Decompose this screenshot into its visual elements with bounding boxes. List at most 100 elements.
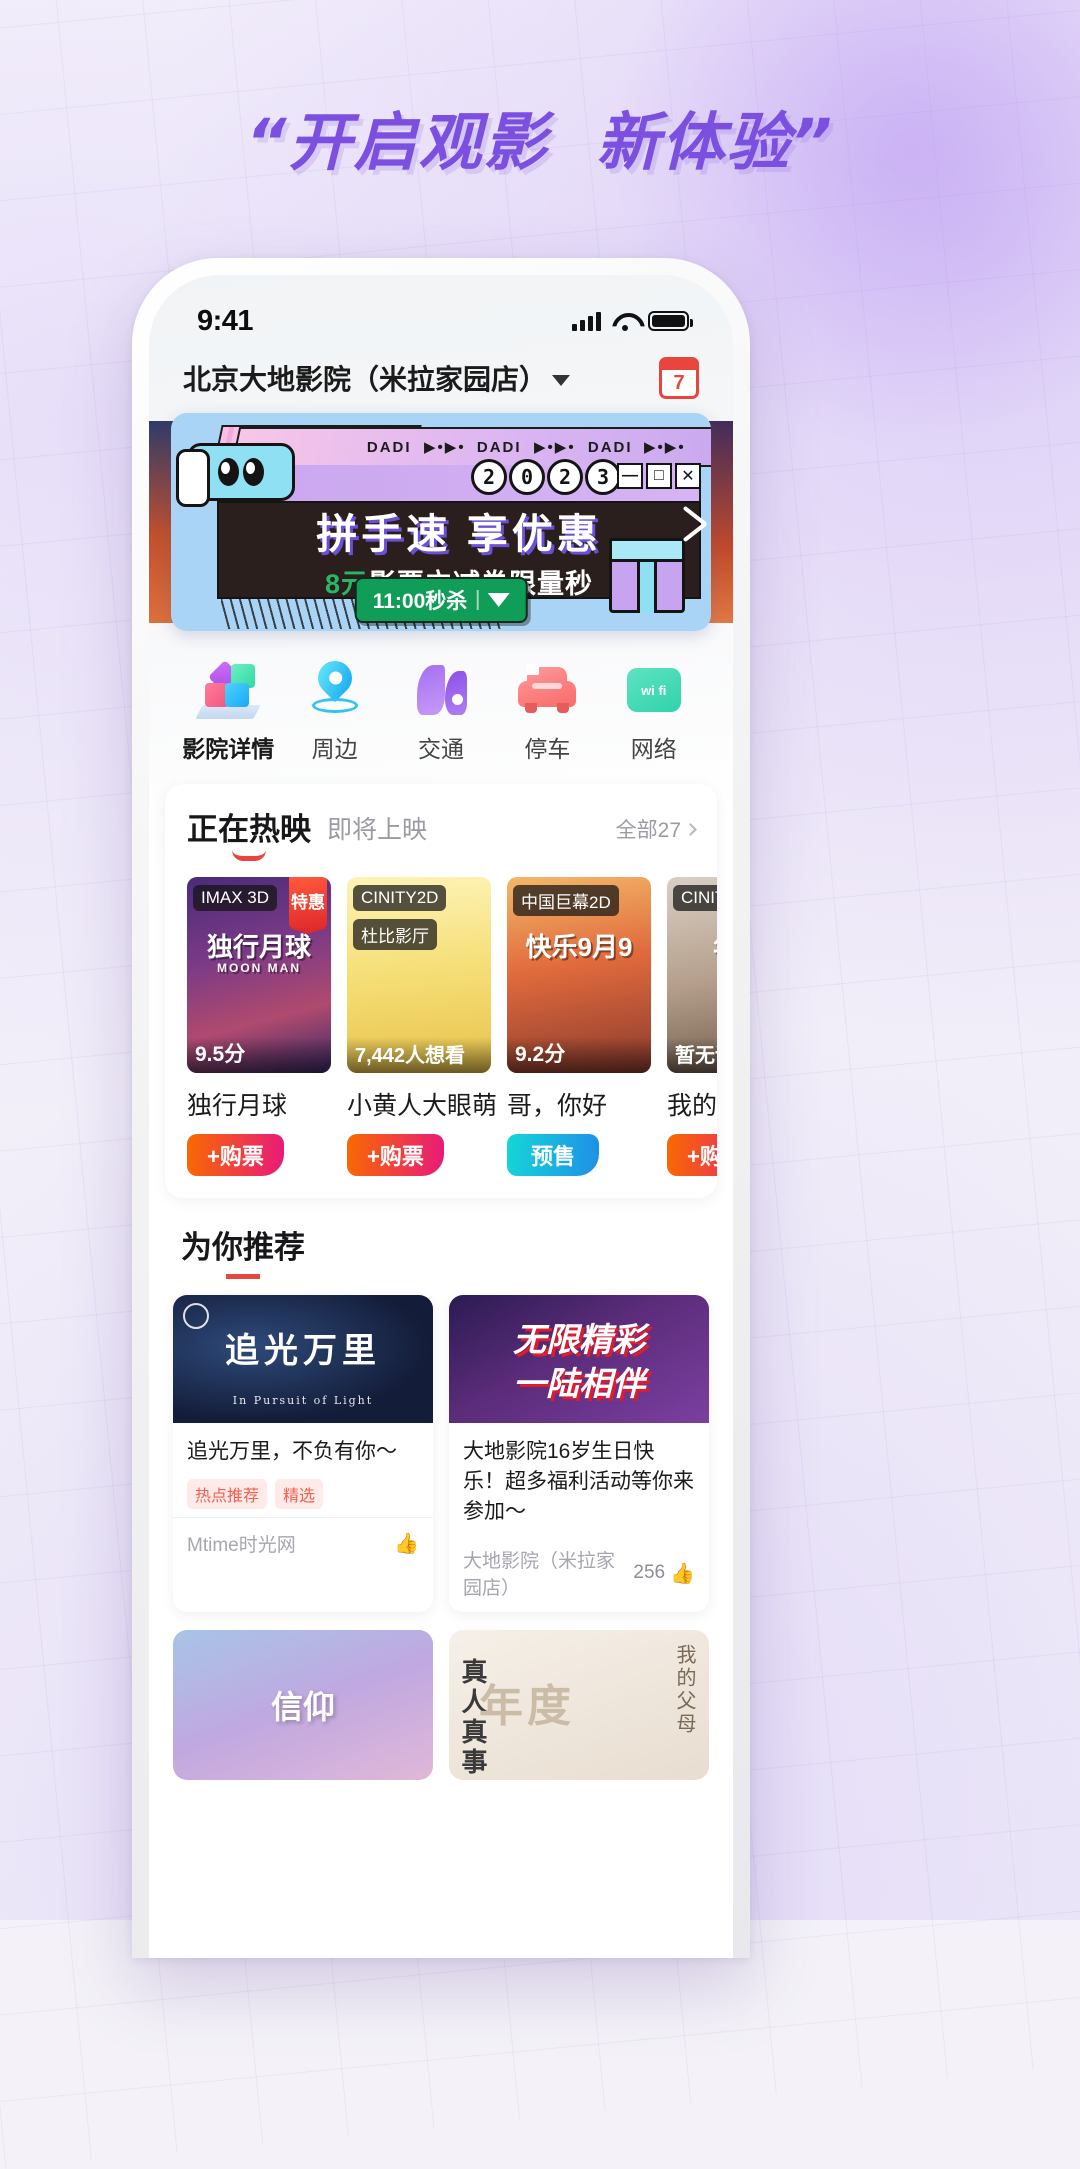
next-arrow-icon[interactable] bbox=[675, 499, 711, 545]
quick-action-label: 影院详情 bbox=[182, 736, 275, 762]
poster-title-text: 年催 bbox=[713, 932, 717, 962]
window-minimize-icon: — bbox=[617, 463, 643, 489]
recommend-source: 大地影院（米拉家园店） bbox=[463, 1551, 616, 1600]
promo-banner-carousel[interactable]: DADI ▶•▶• DADI ▶•▶• DADI ▶•▶• 2 0 2 3 — … bbox=[149, 413, 733, 631]
window-maximize-icon: □ bbox=[646, 463, 672, 489]
movie-card[interactable]: CINITY2D 年催 暂无评分 我的非凡 +购票 bbox=[667, 877, 717, 1176]
quick-action-wifi[interactable]: wi fi 网络 bbox=[604, 659, 704, 764]
tab-coming-soon[interactable]: 即将上映 bbox=[327, 810, 427, 849]
quick-action-label: 网络 bbox=[630, 736, 677, 762]
movie-name: 小黄人大眼萌 bbox=[347, 1092, 498, 1120]
wifi-tile-icon: wi fi bbox=[604, 659, 704, 721]
movie-name: 独行月球 bbox=[187, 1092, 288, 1120]
recommend-card-partial[interactable]: 真人真事 年度 我的父母 bbox=[449, 1630, 709, 1781]
marquee-item: DADI bbox=[587, 438, 633, 456]
movie-poster[interactable]: 中国巨幕2D 快乐9月9 9.2分 bbox=[507, 877, 651, 1073]
poster-title-text: 快乐9月9 bbox=[525, 932, 633, 962]
car-parking-icon bbox=[497, 659, 597, 721]
year-digit: 0 bbox=[509, 459, 545, 495]
recommend-grid-partial: 信仰 真人真事 年度 我的父母 bbox=[149, 1612, 733, 1781]
cinema-selector[interactable]: 北京大地影院（米拉家园店） bbox=[183, 358, 571, 398]
movie-card[interactable]: CINITY2D 杜比影厅 7,442人想看 小黄人大眼萌 +购票 bbox=[347, 877, 498, 1176]
quick-action-cinema-detail[interactable]: 影院详情 bbox=[178, 659, 278, 764]
cover-right-text: 我的父母 bbox=[673, 1644, 695, 1737]
banner-year-badge: 2 0 2 3 bbox=[471, 459, 621, 495]
marquee-item: ▶•▶• bbox=[533, 439, 576, 456]
signal-bars-icon bbox=[572, 311, 601, 331]
movie-score: 9.5分 bbox=[187, 1037, 331, 1073]
phone-notch bbox=[343, 275, 539, 311]
recommend-body: 追光万里，不负有你～ 热点推荐 精选 bbox=[173, 1423, 433, 1509]
movie-rail[interactable]: IMAX 3D 特惠 独行月球 MOON MAN 9.5分 独行月球 +购票 C bbox=[165, 859, 717, 1198]
cinema-detail-icon bbox=[178, 659, 278, 721]
poster-subtitle: MOON MAN bbox=[217, 960, 301, 975]
recommend-title: 为你推荐 bbox=[181, 1222, 305, 1267]
banner-gift-icon bbox=[609, 538, 685, 613]
cover-line-2: 一陆相伴 bbox=[513, 1365, 645, 1402]
marquee-item: ▶•▶• bbox=[423, 439, 466, 456]
movie-name: 我的非凡 bbox=[667, 1092, 717, 1120]
poster-title-text: 独行月球 bbox=[206, 932, 311, 962]
movie-poster[interactable]: CINITY2D 杜比影厅 7,442人想看 bbox=[347, 877, 491, 1073]
movie-name: 哥，你好 bbox=[507, 1092, 608, 1120]
poster-title: 快乐9月9 bbox=[507, 933, 651, 962]
poster-title: 年催 bbox=[667, 933, 717, 962]
recommend-card-partial[interactable]: 信仰 bbox=[173, 1630, 433, 1781]
movie-format-badge: CINITY2D bbox=[353, 885, 447, 911]
recommend-body: 大地影院16岁生日快乐！超多福利活动等你来参加～ bbox=[449, 1423, 709, 1526]
quick-action-nearby[interactable]: 周边 bbox=[285, 653, 385, 764]
movie-card[interactable]: 中国巨幕2D 快乐9月9 9.2分 哥，你好 预售 bbox=[507, 877, 651, 1176]
recommend-source: Mtime时光网 bbox=[187, 1534, 296, 1556]
now-showing-tabs: 正在热映 即将上映 bbox=[187, 804, 427, 849]
calendar-icon[interactable]: 7 bbox=[659, 357, 699, 399]
movie-poster[interactable]: CINITY2D 年催 暂无评分 bbox=[667, 877, 717, 1073]
year-digit: 2 bbox=[471, 459, 507, 495]
like-button[interactable]: 256 👍 bbox=[633, 1561, 695, 1586]
quick-action-traffic[interactable]: 交通 bbox=[391, 659, 491, 764]
chevron-down-icon bbox=[552, 374, 571, 386]
tab-now-showing[interactable]: 正在热映 bbox=[187, 804, 311, 849]
now-showing-header: 正在热映 即将上映 全部27 bbox=[165, 784, 717, 859]
movie-score: 暂无评分 bbox=[667, 1037, 717, 1073]
buy-ticket-button[interactable]: +购票 bbox=[667, 1134, 717, 1176]
now-showing-section: 正在热映 即将上映 全部27 IMAX 3D 特惠 独行月球 MOON MAN … bbox=[165, 784, 717, 1198]
thumbs-up-icon: 👍 bbox=[394, 1532, 419, 1555]
movie-format-badge: IMAX 3D bbox=[193, 885, 278, 911]
road-traffic-icon bbox=[391, 659, 491, 721]
movie-sale-badge: 特惠 bbox=[289, 877, 327, 929]
seckill-time-button[interactable]: 11:00秒杀 bbox=[354, 577, 528, 623]
page-headline: “开启观影 新体验” bbox=[245, 106, 834, 179]
banner-window-controls: — □ ✕ bbox=[617, 463, 701, 489]
status-indicators bbox=[572, 311, 693, 331]
movie-score: 9.2分 bbox=[507, 1037, 651, 1073]
like-button[interactable]: 👍 bbox=[394, 1531, 419, 1556]
battery-icon bbox=[648, 311, 693, 331]
recommend-text: 追光万里，不负有你～ bbox=[187, 1440, 397, 1463]
banner-eyes-icon bbox=[176, 443, 295, 507]
quick-action-parking[interactable]: 停车 bbox=[497, 659, 597, 764]
presale-button[interactable]: 预售 bbox=[507, 1134, 600, 1176]
thumbs-up-icon: 👍 bbox=[670, 1562, 695, 1585]
buy-ticket-button[interactable]: +购票 bbox=[187, 1134, 284, 1176]
buy-ticket-button[interactable]: +购票 bbox=[347, 1134, 444, 1176]
cover-title: 年度 bbox=[479, 1681, 575, 1733]
quick-action-label: 停车 bbox=[524, 736, 571, 762]
year-digit: 3 bbox=[585, 459, 621, 495]
calendar-day-label: 7 bbox=[673, 372, 685, 394]
chevron-right-icon bbox=[684, 822, 697, 836]
view-all-movies-link[interactable]: 全部27 bbox=[616, 814, 697, 849]
promo-banner[interactable]: DADI ▶•▶• DADI ▶•▶• DADI ▶•▶• 2 0 2 3 — … bbox=[171, 413, 711, 631]
wifi-icon bbox=[612, 312, 637, 331]
phone-mockup: 9:41 北京大地影院（米拉家园店） 7 DADI ▶•▶• DADI ▶•▶•… bbox=[132, 258, 750, 1958]
recommend-card[interactable]: 无限精彩 一陆相伴 大地影院16岁生日快乐！超多福利活动等你来参加～ 大地影院（… bbox=[449, 1295, 709, 1613]
cover-title: 追光万里 bbox=[225, 1331, 381, 1371]
movie-card[interactable]: IMAX 3D 特惠 独行月球 MOON MAN 9.5分 独行月球 +购票 bbox=[187, 877, 331, 1176]
banner-headline: 拼手速 享优惠 bbox=[316, 510, 602, 557]
recommend-cover-image: 无限精彩 一陆相伴 bbox=[449, 1295, 709, 1423]
cover-title: 信仰 bbox=[270, 1689, 335, 1726]
movie-hall-badge: 杜比影厅 bbox=[353, 919, 437, 950]
recommend-card[interactable]: 追光万里 In Pursuit of Light 追光万里，不负有你～ 热点推荐… bbox=[173, 1295, 433, 1613]
status-bar: 9:41 bbox=[149, 275, 733, 349]
movie-poster[interactable]: IMAX 3D 特惠 独行月球 MOON MAN 9.5分 bbox=[187, 877, 331, 1073]
cinema-header: 北京大地影院（米拉家园店） 7 bbox=[149, 349, 733, 413]
